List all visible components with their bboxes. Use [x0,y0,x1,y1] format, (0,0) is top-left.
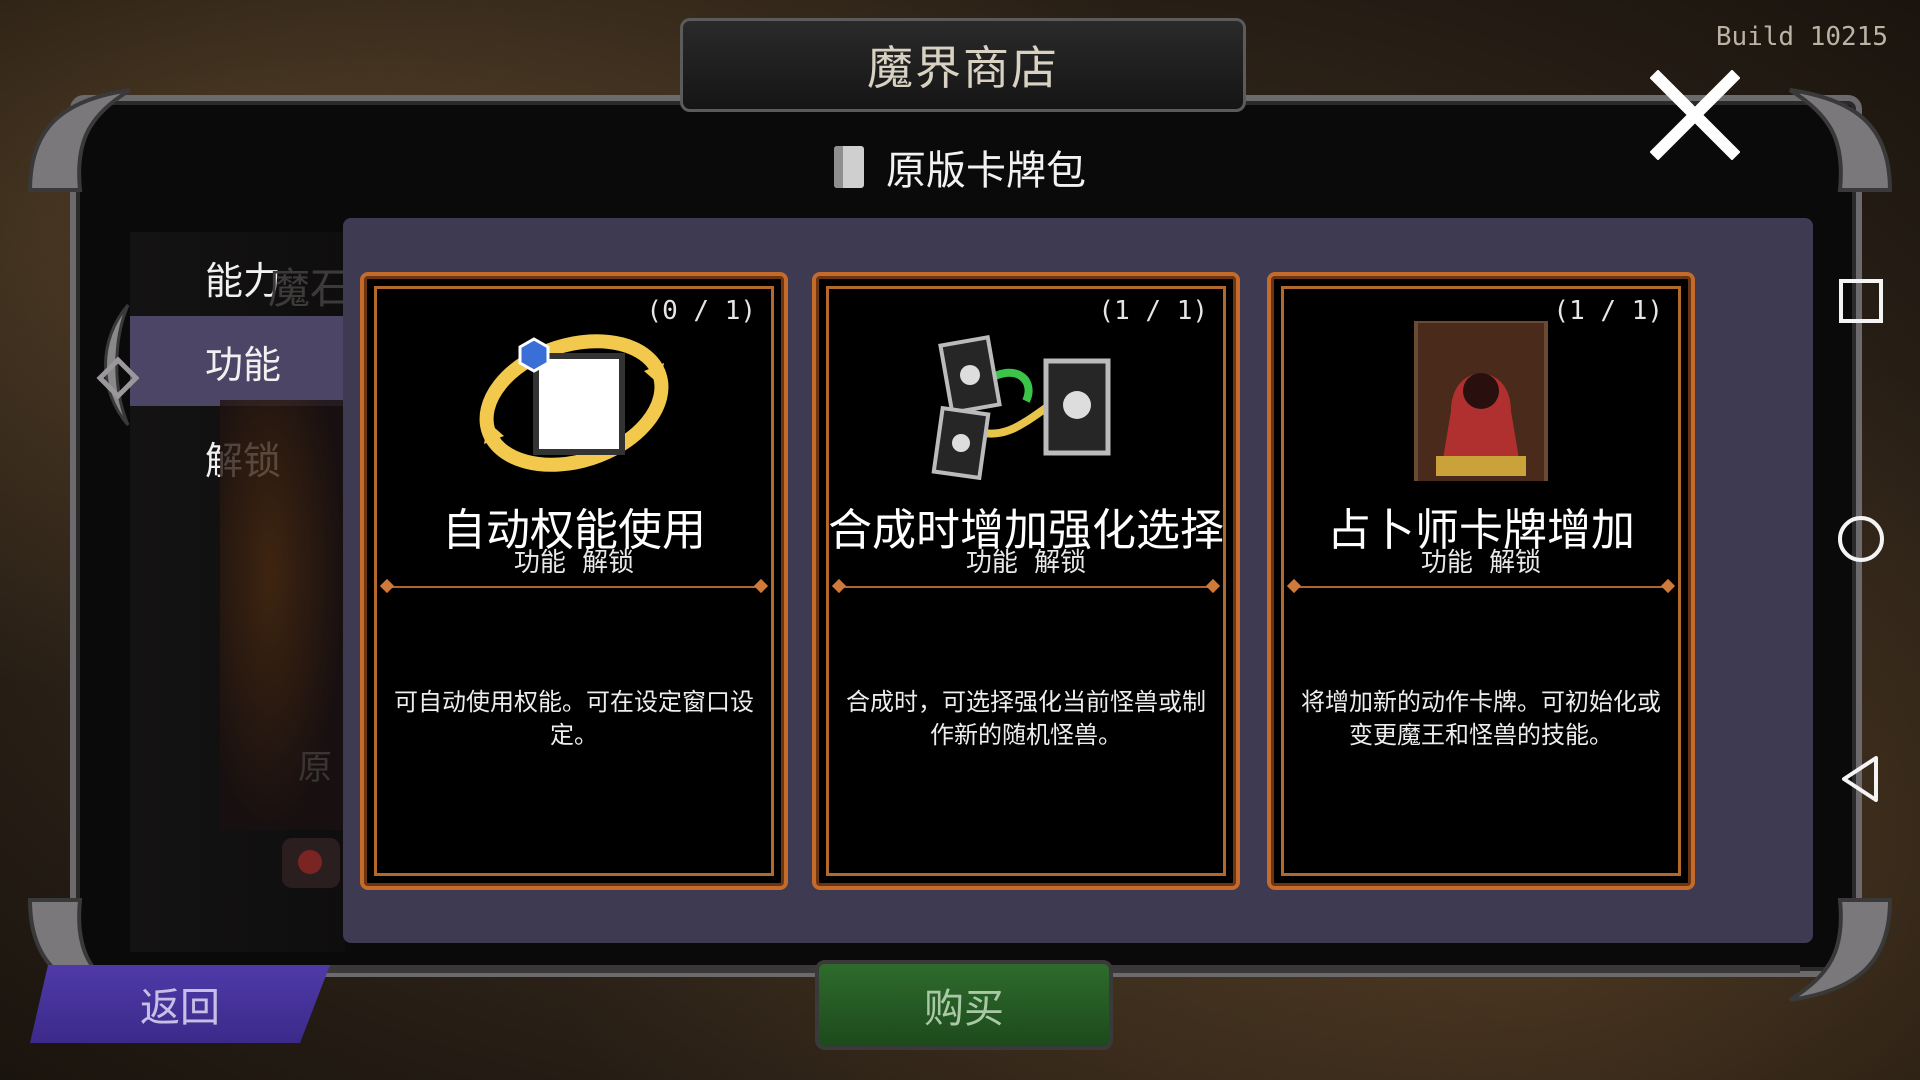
tab-ornament-icon [96,304,140,426]
back-nav-icon[interactable] [1836,754,1886,804]
close-icon[interactable] [1650,70,1740,160]
home-icon[interactable] [1836,514,1886,564]
fortune-teller-icon [1414,321,1548,481]
shop-title-plate: 魔界商店 [680,18,1246,112]
card-subtitle: 功能 解锁 [513,548,635,578]
card-divider [386,586,762,588]
upgrade-card[interactable]: (1 / 1) 合成时增加强化选择 功能 解锁 合成时，可选择强化当前怪兽或制作… [812,272,1240,890]
pack-header: 原版卡牌包 [0,135,1920,199]
build-label: Build 10215 [1715,22,1888,52]
card-divider [1293,586,1669,588]
sidebar-item-label: 功能 [205,342,282,387]
card-subtitle: 功能 解锁 [965,548,1087,578]
back-button-label: 返回 [140,985,220,1031]
back-button[interactable]: 返回 [30,965,330,1043]
shop-title: 魔界商店 [867,41,1059,95]
sidebar-item-function[interactable]: 功能 [130,316,345,406]
gem-icon [282,838,340,888]
pack-title: 原版卡牌包 [886,148,1086,194]
card-pack-icon [834,146,864,188]
card-description: 可自动使用权能。可在设定窗口设定。 [394,688,754,749]
buy-button-label: 购买 [924,986,1004,1032]
background-pack-label: 魔石 [268,264,353,313]
auto-cycle-icon [479,334,669,472]
buy-button[interactable]: 购买 [815,960,1113,1050]
monster-cards-icon [931,335,1111,481]
upgrade-card[interactable]: (1 / 1) 占卜师卡牌增加 功能 解锁 将增加新的动作卡牌。可初始化或变更魔… [1267,272,1695,890]
card-description: 合成时，可选择强化当前怪兽或制作新的随机怪兽。 [846,688,1206,749]
upgrade-card[interactable]: (0 / 1) 自动权能使用 功能 解锁 可自动使用权能。可在设定窗口设定。 [360,272,788,890]
card-description: 将增加新的动作卡牌。可初始化或变更魔王和怪兽的技能。 [1301,688,1661,749]
card-divider [838,586,1214,588]
recent-apps-icon[interactable] [1836,276,1886,326]
card-subtitle: 功能 解锁 [1420,548,1542,578]
background-pack-name: 原 [298,748,332,788]
